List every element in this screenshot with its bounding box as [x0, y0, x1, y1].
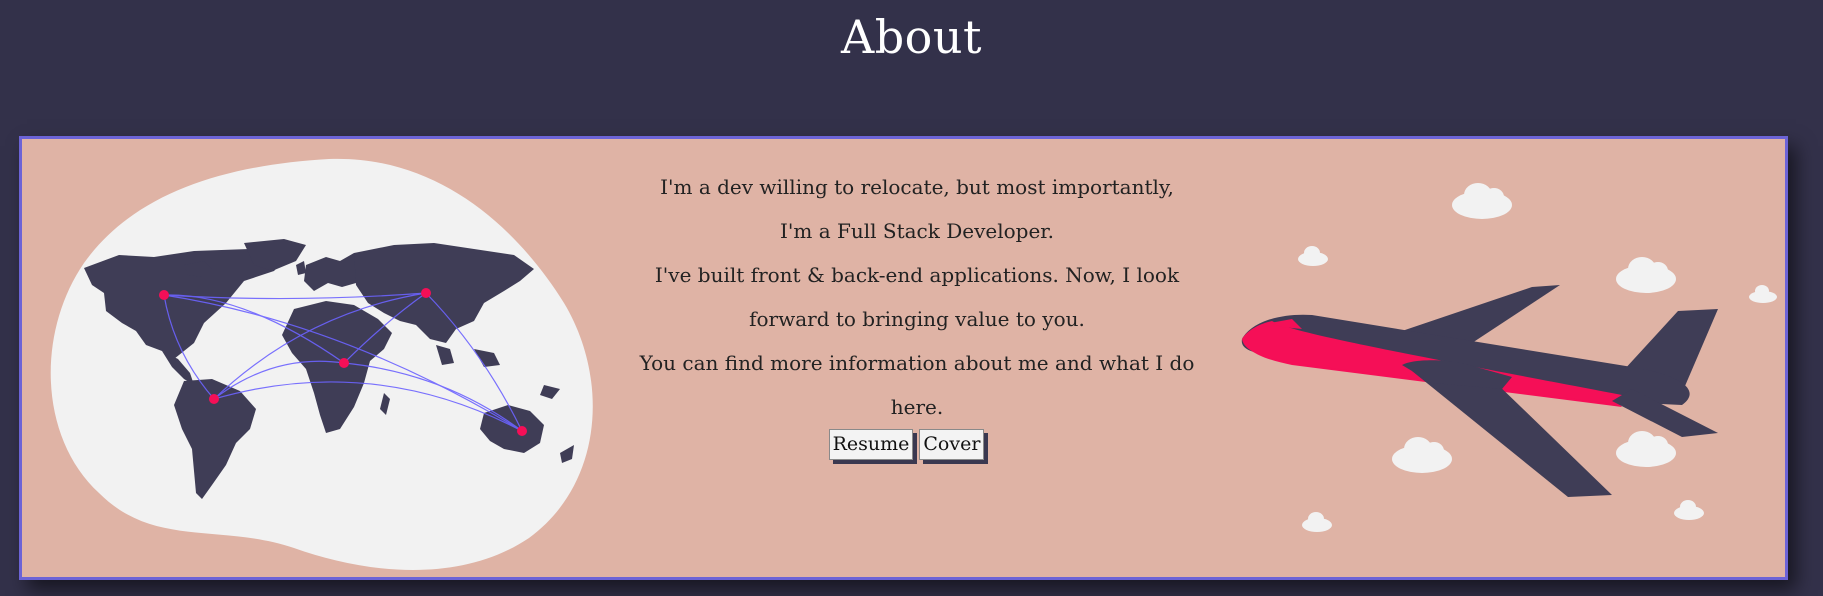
about-card: I'm a dev willing to relocate, but most … — [19, 136, 1788, 580]
about-page: About I'm a dev willing to relocate, but… — [0, 0, 1823, 596]
resume-button[interactable]: Resume — [828, 429, 914, 460]
cover-button[interactable]: Cover — [919, 429, 985, 460]
page-title: About — [841, 10, 982, 64]
about-paragraph: I've built front & back-end applications… — [654, 263, 1180, 331]
about-text: I'm a dev willing to relocate, but most … — [637, 165, 1197, 429]
world-map-icon — [50, 158, 593, 571]
about-paragraph: You can find more information about me a… — [639, 351, 1195, 419]
about-paragraph: I'm a Full Stack Developer. — [779, 219, 1055, 243]
about-paragraph: I'm a dev willing to relocate, but most … — [660, 175, 1174, 199]
airplane-icon — [1241, 183, 1777, 532]
